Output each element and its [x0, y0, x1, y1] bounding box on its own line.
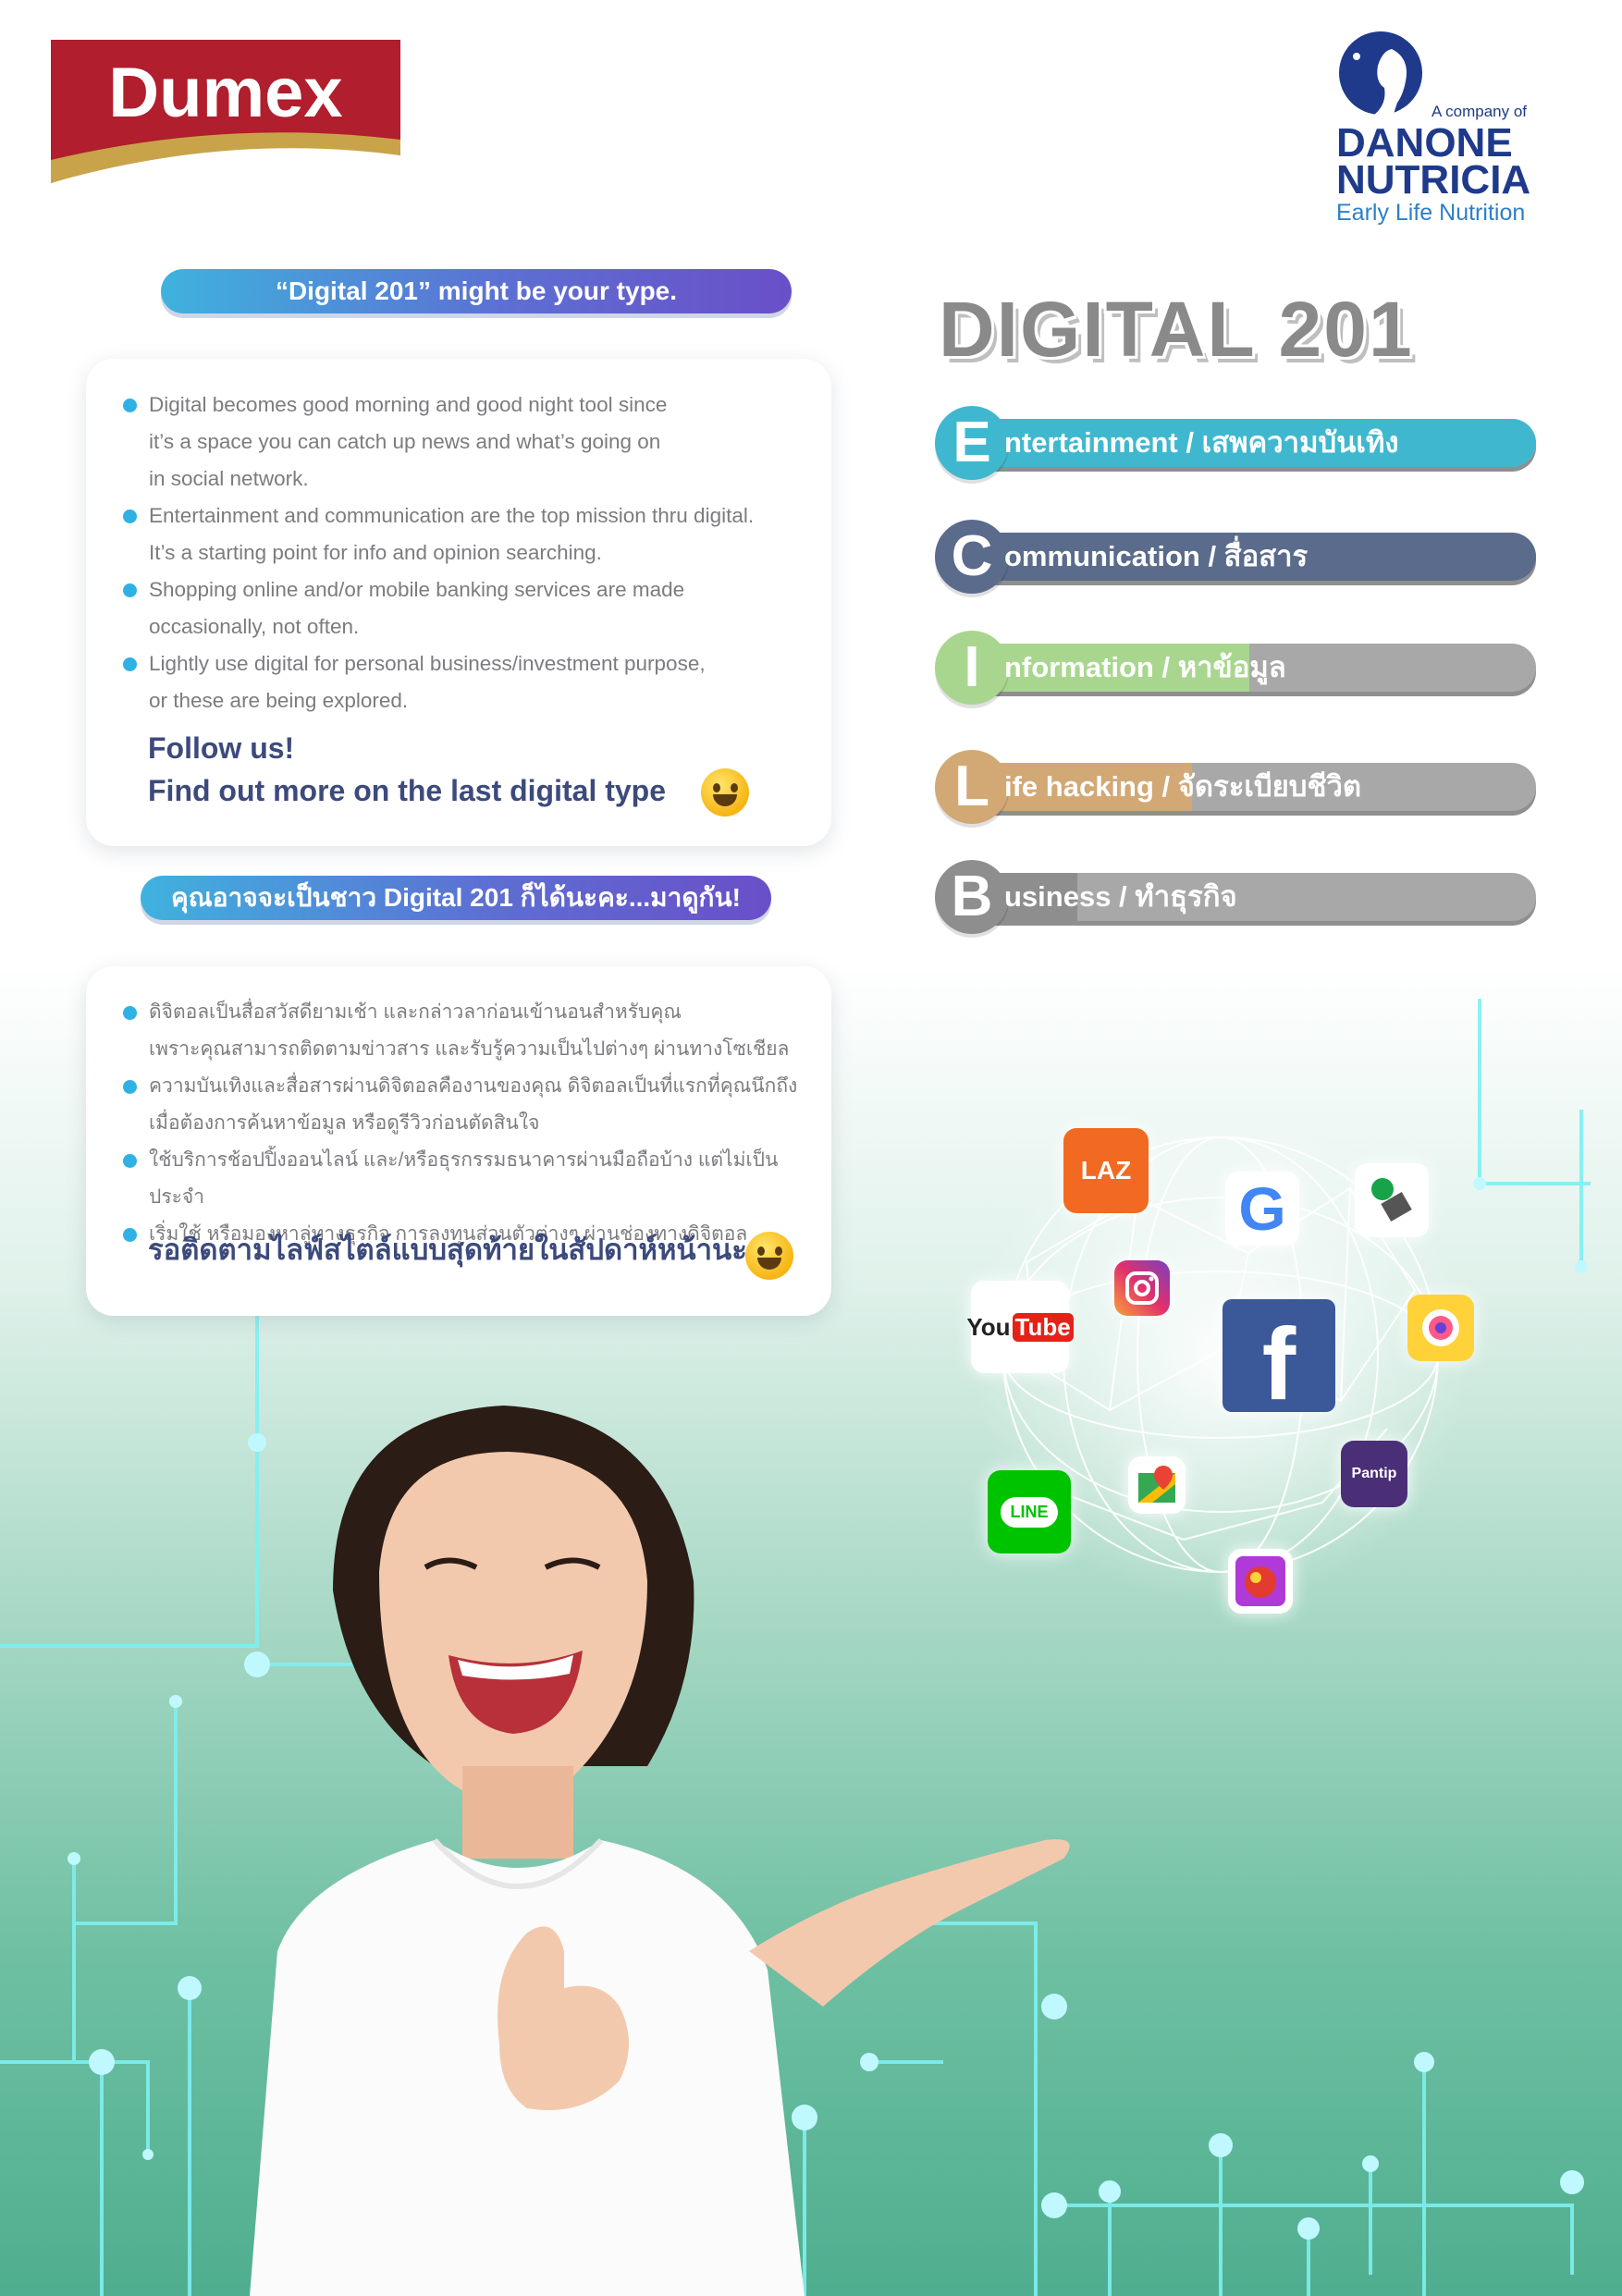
category-letter-badge: E	[935, 406, 1009, 480]
smiley-emoji-icon	[745, 1232, 793, 1280]
category-letter-badge: B	[935, 860, 1009, 934]
category-letter-badge: I	[935, 631, 1009, 705]
category-bar-communication: C ommunication / สื่อสาร	[935, 520, 1538, 594]
english-bullet: Shopping online and/or mobile banking se…	[123, 571, 807, 645]
english-bullet: Lightly use digital for personal busines…	[123, 645, 807, 719]
english-bullet: Digital becomes good morning and good ni…	[123, 387, 807, 497]
lazada-app-icon: LAZ	[1063, 1128, 1149, 1213]
bullet-dot-icon	[123, 1228, 137, 1242]
bullet-dot-icon	[123, 510, 137, 523]
category-bar-entertainment: E ntertainment / เสพความบันเทิง	[935, 406, 1538, 480]
category-label: ife hacking / จัดระเบียบชีวิต	[1004, 770, 1362, 803]
danone-nutricia-logo: A company of DANONE NUTRICIA Early Life …	[1332, 31, 1572, 229]
thai-bullet: ความบันเทิงและสื่อสารผ่านดิจิตอลคืองานขอ…	[123, 1068, 807, 1142]
dumex-wordmark: Dumex	[108, 54, 343, 132]
digital-201-title: DIGITAL 201	[939, 286, 1414, 373]
smiling-woman-illustration	[250, 1406, 1070, 2296]
early-life-nutrition-tagline: Early Life Nutrition	[1336, 200, 1526, 226]
thai-bullet-list: ดิจิตอลเป็นสื่อสวัสดียามเช้า และกล่าวลาก…	[123, 994, 807, 1253]
instagram-app-icon	[1114, 1260, 1170, 1316]
kbank-app-icon	[1355, 1163, 1429, 1237]
bullet-dot-icon	[123, 1080, 137, 1094]
thai-bullet: ใช้บริการช้อปปิ้งออนไลน์ และ/หรือธุรกรรม…	[123, 1142, 807, 1216]
english-section-header: “Digital 201” might be your type.	[161, 269, 792, 313]
thai-info-card: ดิจิตอลเป็นสื่อสวัสดียามเช้า และกล่าวลาก…	[86, 966, 831, 1316]
pantip-app-icon: Pantip	[1341, 1441, 1407, 1507]
bullet-dot-icon	[123, 399, 137, 412]
category-bar-information: I nformation / หาข้อมูล	[935, 631, 1538, 705]
smiley-emoji-icon	[701, 768, 749, 816]
thai-section-header: คุณอาจจะเป็นชาว Digital 201 ก็ได้นะคะ...…	[141, 876, 771, 920]
youtube-app-icon: You Tube	[966, 1281, 1074, 1373]
company-of-label: A company of	[1432, 103, 1528, 120]
bullet-dot-icon	[123, 1154, 137, 1168]
category-bar-business: B usiness / ทำธุรกิจ	[935, 860, 1538, 934]
thai-follow-text: รอติดตามไลฟ์สไตล์แบบสุดท้ายในสัปดาห์หน้า…	[148, 1234, 782, 1266]
bullet-dot-icon	[123, 657, 137, 671]
thai-bullet: ดิจิตอลเป็นสื่อสวัสดียามเช้า และกล่าวลาก…	[123, 994, 807, 1068]
category-label: ntertainment / เสพความบันเทิง	[1004, 426, 1399, 459]
category-letter-badge: L	[935, 750, 1009, 824]
bullet-dot-icon	[123, 1006, 137, 1020]
category-label: nformation / หาข้อมูล	[1004, 651, 1286, 683]
english-bullet-list: Digital becomes good morning and good ni…	[123, 387, 807, 719]
dumex-logo: Dumex	[51, 40, 400, 183]
category-bar-life-hacking: L ife hacking / จัดระเบียบชีวิต	[935, 750, 1538, 824]
english-info-card: Digital becomes good morning and good ni…	[86, 359, 831, 846]
follow-us-heading: Follow us!	[148, 731, 295, 765]
find-out-more-text: Find out more on the last digital type	[148, 774, 667, 807]
category-letter-badge: C	[935, 520, 1009, 594]
category-label: usiness / ทำธุรกิจ	[1004, 880, 1237, 913]
google-app-icon: G	[1225, 1172, 1299, 1246]
camera-app-icon	[1407, 1295, 1474, 1361]
english-bullet: Entertainment and communication are the …	[123, 497, 807, 571]
english-follow-text: Follow us! Find out more on the last dig…	[148, 727, 666, 812]
nutricia-wordmark: NUTRICIA	[1336, 157, 1531, 203]
category-label: ommunication / สื่อสาร	[1004, 540, 1309, 572]
child-silhouette-icon	[1339, 31, 1422, 121]
bullet-dot-icon	[123, 583, 137, 597]
